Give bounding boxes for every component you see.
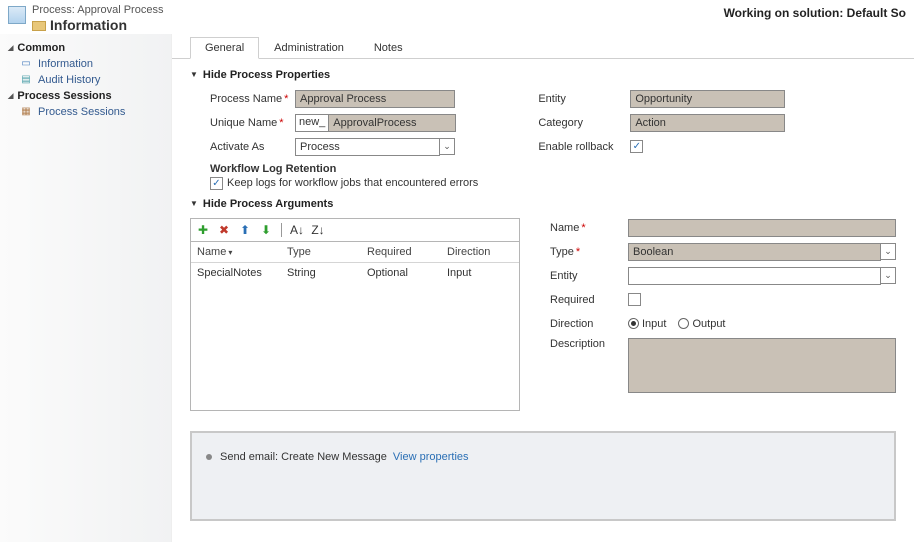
move-up-icon[interactable]: ⬆ — [237, 222, 253, 238]
delete-icon[interactable]: ✖ — [216, 222, 232, 238]
page-title: Information — [50, 17, 127, 34]
arg-type-label: Type* — [550, 246, 628, 258]
direction-input-label: Input — [642, 318, 666, 330]
chevron-down-icon[interactable]: ⌄ — [439, 138, 455, 155]
move-down-icon[interactable]: ⬇ — [258, 222, 274, 238]
arg-name-input[interactable] — [628, 219, 896, 237]
entity-input — [630, 90, 785, 108]
arg-description-label: Description — [550, 338, 628, 350]
solution-label: Working on solution: Default So — [724, 4, 906, 34]
cell-type: String — [281, 263, 361, 283]
add-icon[interactable]: ✚ — [195, 222, 211, 238]
info-icon: ▭ — [20, 58, 32, 70]
direction-output-radio[interactable] — [678, 318, 689, 329]
sessions-icon: ▦ — [20, 106, 32, 118]
tab-notes[interactable]: Notes — [359, 37, 418, 59]
sidebar-item-label: Information — [38, 58, 93, 70]
col-type[interactable]: Type — [281, 242, 361, 262]
chevron-down-icon[interactable]: ⌄ — [880, 243, 896, 260]
chevron-down-icon[interactable]: ⌄ — [880, 267, 896, 284]
direction-output-label: Output — [692, 318, 725, 330]
category-label: Category — [538, 117, 630, 129]
tab-administration[interactable]: Administration — [259, 37, 359, 59]
bullet-icon — [206, 454, 212, 460]
sidebar-heading-sessions[interactable]: Process Sessions — [6, 88, 165, 104]
cell-direction: Input — [441, 263, 511, 283]
tab-general[interactable]: General — [190, 37, 259, 59]
sidebar-heading-common[interactable]: Common — [6, 40, 165, 56]
arg-direction-label: Direction — [550, 318, 628, 330]
process-steps-panel[interactable]: Send email: Create New Message View prop… — [190, 431, 896, 521]
args-toolbar: ✚ ✖ ⬆ ⬇ A↓ Z↓ — [190, 218, 520, 241]
sidebar-item-process-sessions[interactable]: ▦ Process Sessions — [6, 104, 165, 120]
cell-required: Optional — [361, 263, 441, 283]
process-header-icon — [8, 6, 26, 24]
col-name[interactable]: Name — [191, 242, 281, 262]
sidebar-item-information[interactable]: ▭ Information — [6, 56, 165, 72]
arg-required-checkbox[interactable] — [628, 293, 641, 306]
direction-input-radio[interactable] — [628, 318, 639, 329]
step-row[interactable]: Send email: Create New Message View prop… — [206, 451, 880, 463]
unique-name-prefix: new_ — [295, 114, 328, 132]
arguments-grid[interactable]: Name Type Required Direction SpecialNote… — [190, 241, 520, 411]
process-breadcrumb: Process: Approval Process — [32, 4, 163, 17]
category-input — [630, 114, 785, 132]
workflow-log-heading: Workflow Log Retention — [210, 163, 478, 175]
view-properties-link[interactable]: View properties — [393, 451, 469, 463]
arg-entity-select[interactable] — [628, 267, 881, 285]
toolbar-separator — [281, 223, 282, 237]
step-text: Send email: Create New Message — [220, 451, 387, 463]
enable-rollback-label: Enable rollback — [538, 141, 630, 153]
table-row[interactable]: SpecialNotes String Optional Input — [191, 263, 519, 283]
arg-entity-label: Entity — [550, 270, 628, 282]
sidebar-item-audit-history[interactable]: ▤ Audit History — [6, 72, 165, 88]
arg-description-input[interactable] — [628, 338, 896, 393]
keep-logs-label: Keep logs for workflow jobs that encount… — [227, 177, 478, 189]
section-process-properties[interactable]: Hide Process Properties — [190, 69, 896, 81]
sidebar-item-label: Process Sessions — [38, 106, 125, 118]
unique-name-label: Unique Name* — [210, 117, 295, 129]
col-direction[interactable]: Direction — [441, 242, 511, 262]
keep-logs-checkbox[interactable]: ✓ — [210, 177, 223, 190]
activate-as-label: Activate As — [210, 141, 295, 153]
arg-name-label: Name* — [550, 222, 628, 234]
activate-as-select[interactable]: Process — [295, 138, 440, 156]
arg-required-label: Required — [550, 294, 628, 306]
unique-name-input[interactable] — [328, 114, 456, 132]
enable-rollback-checkbox[interactable]: ✓ — [630, 140, 643, 153]
arg-type-select[interactable]: Boolean — [628, 243, 881, 261]
information-icon — [32, 21, 46, 31]
process-name-input[interactable] — [295, 90, 455, 108]
section-process-arguments[interactable]: Hide Process Arguments — [190, 198, 896, 210]
sort-desc-icon[interactable]: Z↓ — [310, 222, 326, 238]
audit-icon: ▤ — [20, 74, 32, 86]
sort-asc-icon[interactable]: A↓ — [289, 222, 305, 238]
entity-label: Entity — [538, 93, 630, 105]
sidebar-item-label: Audit History — [38, 74, 100, 86]
process-name-label: Process Name* — [210, 93, 295, 105]
col-required[interactable]: Required — [361, 242, 441, 262]
cell-name: SpecialNotes — [191, 263, 281, 283]
